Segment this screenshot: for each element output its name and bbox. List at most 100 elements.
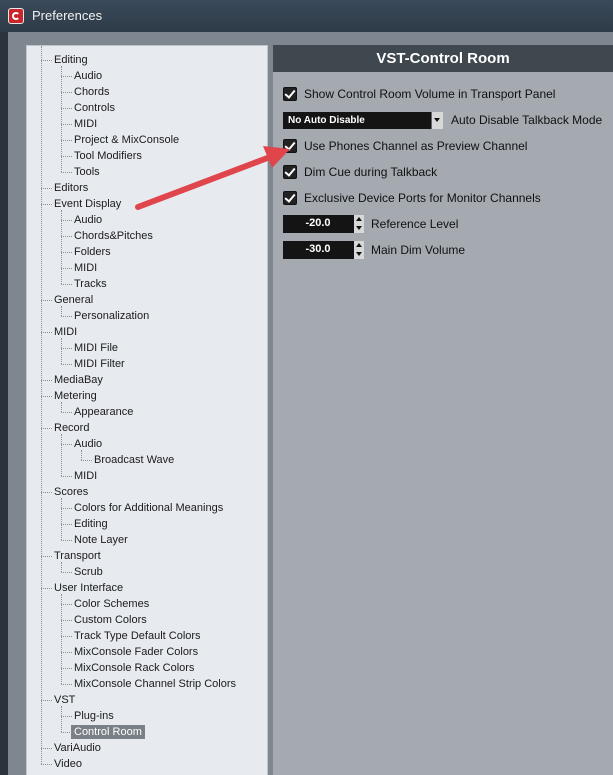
tree-item[interactable]: MediaBay	[54, 372, 103, 388]
talkback-dropdown[interactable]: No Auto Disable	[283, 111, 443, 129]
tree-item[interactable]: Controls	[74, 100, 115, 116]
tree-connector	[61, 338, 62, 364]
tree-connector	[41, 588, 52, 589]
tree-item[interactable]: MIDI File	[74, 340, 118, 356]
tree-item[interactable]: Audio	[74, 212, 102, 228]
dropdown-arrow-icon[interactable]	[431, 111, 443, 129]
tree-item-label: MediaBay	[54, 374, 103, 386]
exclusive-ports-checkbox[interactable]	[283, 191, 297, 205]
talkback-label: Auto Disable Talkback Mode	[451, 113, 603, 127]
tree-item[interactable]: Folders	[74, 244, 111, 260]
tree-item[interactable]: Audio	[74, 68, 102, 84]
tree-item[interactable]: VariAudio	[54, 740, 101, 756]
tree-item-label: Scores	[54, 486, 89, 498]
talkback-row: No Auto Disable Auto Disable Talkback Mo…	[283, 111, 602, 129]
tree-item[interactable]: Appearance	[74, 404, 133, 420]
tree-item[interactable]: Video	[54, 756, 82, 772]
tree-item[interactable]: Audio	[74, 436, 102, 452]
page-title: VST-Control Room	[273, 45, 613, 72]
tree-connector	[61, 124, 72, 125]
tree-item[interactable]: User Interface	[54, 580, 123, 596]
tree-item-label: Project & MixConsole	[74, 134, 180, 146]
tree-connector	[41, 204, 52, 205]
tree-connector	[61, 402, 62, 412]
exclusive-ports-row: Exclusive Device Ports for Monitor Chann…	[283, 189, 541, 207]
tree-item[interactable]: Track Type Default Colors	[74, 628, 201, 644]
tree-connector	[61, 604, 72, 605]
tree-item[interactable]: Plug-ins	[74, 708, 114, 724]
tree-item[interactable]: MIDI Filter	[74, 356, 125, 372]
reference-level-stepper[interactable]	[354, 215, 364, 233]
tree-item-label: Controls	[74, 102, 115, 114]
tree-item[interactable]: General	[54, 292, 93, 308]
tree-connector	[61, 732, 72, 733]
spin-down-icon[interactable]	[356, 226, 362, 230]
tree-item[interactable]: MixConsole Fader Colors	[74, 644, 198, 660]
tree-item[interactable]: Scores	[54, 484, 88, 500]
tree-connector	[61, 348, 72, 349]
main-dim-stepper[interactable]	[354, 241, 364, 259]
tree-item[interactable]: MIDI	[74, 468, 97, 484]
tree-connector	[41, 188, 52, 189]
tree-item[interactable]: Event Display	[54, 196, 121, 212]
tree-connector	[61, 220, 72, 221]
tree-item[interactable]: Chords	[74, 84, 109, 100]
tree-item[interactable]: Color Schemes	[74, 596, 149, 612]
tree-connector	[41, 380, 52, 381]
tree-connector	[61, 108, 72, 109]
tree-item[interactable]: Editing	[54, 52, 88, 68]
tree-item[interactable]: Editors	[54, 180, 88, 196]
tree-item[interactable]: Tracks	[74, 276, 107, 292]
tree-connector	[41, 492, 52, 493]
spin-up-icon[interactable]	[356, 217, 362, 221]
tree-item[interactable]: Chords&Pitches	[74, 228, 153, 244]
dim-cue-checkbox[interactable]	[283, 165, 297, 179]
tree-item[interactable]: Tools	[74, 164, 100, 180]
tree-item[interactable]: MIDI	[54, 324, 77, 340]
tree-item[interactable]: VST	[54, 692, 75, 708]
reference-level-spinbox[interactable]: -20.0	[283, 215, 364, 233]
tree-item-label: MIDI File	[74, 342, 118, 354]
tree-connector	[61, 524, 72, 525]
tree-item[interactable]: MIDI	[74, 116, 97, 132]
tree-item-label: MixConsole Channel Strip Colors	[74, 678, 237, 690]
tree-item[interactable]: MixConsole Channel Strip Colors	[74, 676, 236, 692]
reference-level-row: -20.0 Reference Level	[283, 215, 458, 233]
tree-item[interactable]: Broadcast Wave	[94, 452, 174, 468]
phones-preview-checkbox[interactable]	[283, 139, 297, 153]
tree-item[interactable]: Project & MixConsole	[74, 132, 179, 148]
tree-connector	[41, 748, 52, 749]
tree-item-label: Custom Colors	[74, 614, 147, 626]
tree-item-label: Tracks	[74, 278, 107, 290]
tree-item[interactable]: MIDI	[74, 260, 97, 276]
tree-item-label: Tool Modifiers	[74, 150, 142, 162]
tree-item-label: Plug-ins	[74, 710, 114, 722]
tree-item[interactable]: Record	[54, 420, 89, 436]
tree-item[interactable]: Personalization	[74, 308, 149, 324]
tree-item-label: Event Display	[54, 198, 122, 210]
tree-item[interactable]: Tool Modifiers	[74, 148, 142, 164]
window-title: Preferences	[32, 8, 103, 23]
main-dim-spinbox[interactable]: -30.0	[283, 241, 364, 259]
tree-connector	[61, 444, 72, 445]
background-strip	[0, 32, 8, 775]
show-volume-checkbox[interactable]	[283, 87, 297, 101]
show-volume-row: Show Control Room Volume in Transport Pa…	[283, 85, 555, 103]
window-titlebar: Preferences	[0, 0, 613, 32]
tree-connector	[61, 684, 72, 685]
tree-item[interactable]: Editing	[74, 516, 108, 532]
tree-item[interactable]: Custom Colors	[74, 612, 147, 628]
tree-item[interactable]: Note Layer	[74, 532, 128, 548]
spin-up-icon[interactable]	[356, 243, 362, 247]
tree-connector	[61, 434, 62, 476]
tree-item[interactable]: Colors for Additional Meanings	[74, 500, 223, 516]
tree-item-label: Control Room	[71, 725, 145, 739]
tree-item[interactable]: Control Room	[71, 724, 145, 740]
tree-item[interactable]: Scrub	[74, 564, 103, 580]
tree-item-label: Audio	[74, 214, 103, 226]
tree-item[interactable]: MixConsole Rack Colors	[74, 660, 194, 676]
exclusive-ports-label: Exclusive Device Ports for Monitor Chann…	[304, 191, 541, 205]
tree-item-label: Chords	[74, 86, 110, 98]
spin-down-icon[interactable]	[356, 252, 362, 256]
tree-connector	[61, 508, 72, 509]
